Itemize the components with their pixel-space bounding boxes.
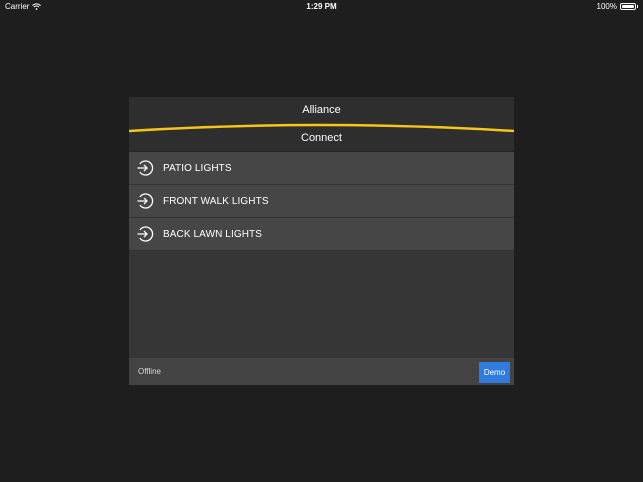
battery-fill xyxy=(622,5,634,8)
battery-nub xyxy=(637,5,638,8)
status-time: 1:29 PM xyxy=(306,2,337,11)
light-item-label: FRONT WALK LIGHTS xyxy=(163,195,269,207)
light-item-back-lawn[interactable]: BACK LAWN LIGHTS xyxy=(129,218,514,251)
light-item-label: BACK LAWN LIGHTS xyxy=(163,228,263,240)
light-list: PATIO LIGHTS FRONT WALK LIGHTS BACK LAWN… xyxy=(129,152,514,251)
light-item-label: PATIO LIGHTS xyxy=(163,162,232,174)
light-item-patio[interactable]: PATIO LIGHTS xyxy=(129,152,514,185)
panel-subtitle: Connect xyxy=(301,132,342,144)
connection-status: Offline xyxy=(138,367,161,376)
connect-panel: Alliance Connect PATIO LIGHTS FRONT WALK… xyxy=(129,97,514,385)
panel-title: Alliance xyxy=(302,104,341,116)
connect-arrow-icon xyxy=(137,193,154,209)
light-item-front-walk[interactable]: FRONT WALK LIGHTS xyxy=(129,185,514,218)
status-battery-group: 100% xyxy=(597,2,638,11)
battery-percent: 100% xyxy=(596,2,617,11)
connect-arrow-icon xyxy=(137,160,154,176)
demo-button[interactable]: Demo xyxy=(479,362,510,383)
connect-arrow-icon xyxy=(137,226,154,242)
panel-footer: Offline Demo xyxy=(129,358,514,385)
battery-icon xyxy=(620,3,636,10)
status-bar: Carrier 1:29 PM 100% xyxy=(0,0,643,14)
panel-header: Alliance Connect xyxy=(129,97,514,151)
